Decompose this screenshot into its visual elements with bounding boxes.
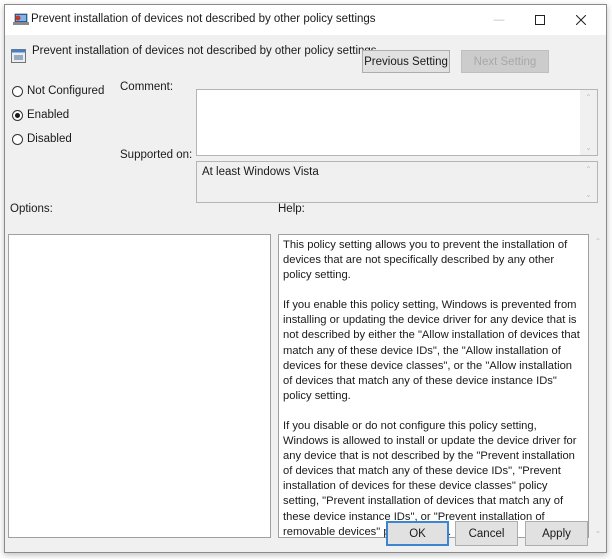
supported-on-value: At least Windows Vista bbox=[202, 166, 319, 178]
supported-on-field: At least Windows Vista ⌃ ⌄ bbox=[196, 161, 598, 203]
policy-editor-icon bbox=[13, 13, 29, 25]
scroll-up-icon[interactable]: ⌃ bbox=[580, 93, 597, 102]
maximize-button[interactable] bbox=[520, 5, 560, 35]
radio-not-configured[interactable]: Not Configured bbox=[12, 85, 104, 97]
help-scrollbar[interactable]: ⌃ ⌄ bbox=[591, 234, 605, 538]
radio-enabled[interactable]: Enabled bbox=[12, 109, 69, 121]
scroll-up-icon[interactable]: ⌃ bbox=[591, 237, 605, 246]
comment-label: Comment: bbox=[120, 81, 174, 93]
next-setting-button[interactable]: Next Setting bbox=[461, 50, 549, 73]
scroll-up-icon[interactable]: ⌃ bbox=[580, 165, 597, 174]
comment-scrollbar[interactable]: ⌃ ⌄ bbox=[580, 90, 597, 155]
options-panel bbox=[8, 234, 271, 538]
radio-button[interactable] bbox=[12, 133, 23, 145]
help-paragraph: This policy setting allows you to preven… bbox=[283, 239, 568, 282]
help-text: This policy setting allows you to preven… bbox=[283, 238, 584, 555]
radio-button[interactable] bbox=[12, 85, 23, 97]
minimize-icon: — bbox=[493, 14, 505, 26]
comment-input[interactable]: ⌃ ⌄ bbox=[196, 89, 598, 156]
radio-label: Not Configured bbox=[27, 85, 105, 97]
help-paragraph: If you enable this policy setting, Windo… bbox=[283, 299, 580, 402]
scroll-down-icon[interactable]: ⌄ bbox=[591, 526, 605, 535]
minimize-button[interactable]: — bbox=[479, 5, 519, 35]
policy-dialog: Prevent installation of devices not desc… bbox=[4, 4, 607, 553]
scroll-down-icon[interactable]: ⌄ bbox=[580, 190, 597, 199]
close-button[interactable] bbox=[561, 5, 601, 35]
close-icon bbox=[576, 15, 586, 25]
help-label: Help: bbox=[278, 203, 305, 215]
scroll-down-icon[interactable]: ⌄ bbox=[580, 143, 597, 152]
title-bar: Prevent installation of devices not desc… bbox=[5, 5, 606, 35]
help-panel: This policy setting allows you to preven… bbox=[278, 234, 589, 538]
setting-title: Prevent installation of devices not desc… bbox=[32, 45, 377, 57]
radio-button[interactable] bbox=[12, 109, 23, 121]
policy-setting-icon bbox=[11, 49, 26, 63]
ok-button[interactable]: OK bbox=[386, 521, 449, 546]
window-title: Prevent installation of devices not desc… bbox=[31, 13, 376, 25]
apply-button[interactable]: Apply bbox=[525, 521, 588, 546]
radio-disabled[interactable]: Disabled bbox=[12, 133, 72, 145]
supported-scrollbar[interactable]: ⌃ ⌄ bbox=[580, 162, 597, 202]
maximize-icon bbox=[535, 15, 545, 25]
cancel-button[interactable]: Cancel bbox=[455, 521, 518, 546]
options-label: Options: bbox=[10, 203, 53, 215]
radio-label: Enabled bbox=[27, 109, 70, 121]
supported-on-label: Supported on: bbox=[120, 149, 193, 161]
previous-setting-button[interactable]: Previous Setting bbox=[362, 50, 450, 73]
radio-label: Disabled bbox=[27, 133, 72, 145]
